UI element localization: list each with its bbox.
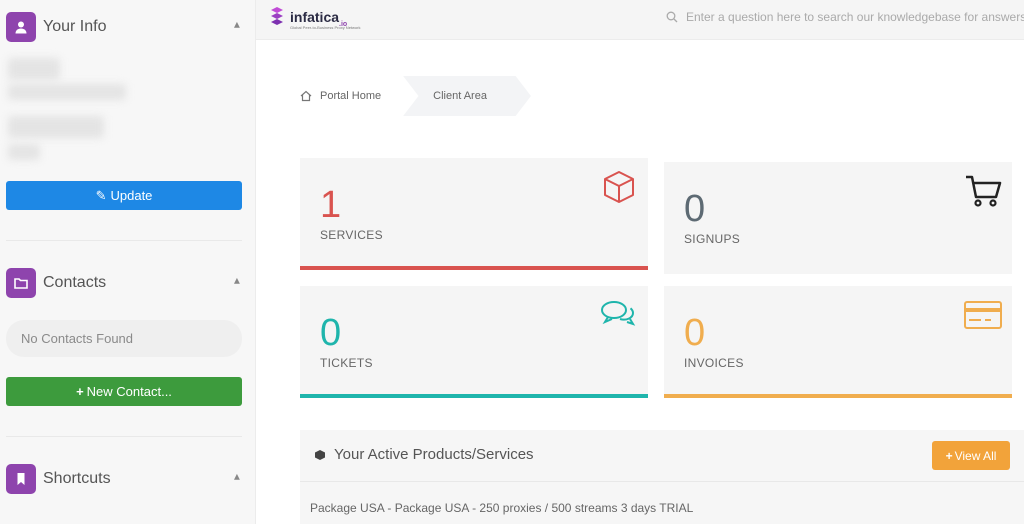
knowledgebase-search[interactable]: Enter a question here to search our know… (666, 10, 1024, 24)
logo-text: infatica (290, 8, 340, 25)
chevron-up-icon[interactable]: ▼ (232, 275, 242, 286)
pencil-icon: ✎ (95, 187, 107, 203)
breadcrumb: Portal Home Client Area (300, 76, 531, 116)
your-info-title: Your Info (43, 18, 107, 35)
cube-icon (315, 449, 325, 460)
chat-bubbles-icon (601, 301, 636, 326)
shortcuts-panel-header[interactable]: Shortcuts ▼ (6, 464, 246, 494)
stat-bar (300, 266, 648, 270)
main-content: Portal Home Client Area 1 SERVICES 0 SIG… (256, 40, 1024, 524)
cart-icon (966, 175, 1002, 207)
brand-logo[interactable]: infatica.io Global Peer-to-Business Prox… (270, 6, 360, 30)
breadcrumb-current-label: Client Area (433, 90, 487, 102)
divider (6, 240, 242, 241)
sidebar: Your Info ▼ ✎ Update Contacts ▼ No Conta… (0, 0, 256, 524)
contacts-title: Contacts (43, 274, 107, 291)
card-header: Your Active Products/Services + View All (300, 430, 1024, 482)
search-placeholder: Enter a question here to search our know… (686, 10, 1024, 24)
breadcrumb-home[interactable]: Portal Home (300, 90, 403, 102)
top-bar: infatica.io Global Peer-to-Business Prox… (256, 0, 1024, 40)
stat-label: SERVICES (320, 228, 383, 242)
credit-card-icon (964, 301, 1002, 329)
bookmark-icon (6, 464, 36, 494)
plus-icon: + (76, 384, 84, 399)
update-button-label: Update (110, 188, 153, 203)
chevron-up-icon[interactable]: ▼ (232, 471, 242, 482)
stat-value: 0 (684, 188, 706, 230)
active-products-card: Your Active Products/Services + View All… (300, 430, 1024, 524)
redacted-info (8, 144, 40, 160)
stat-tile-services[interactable]: 1 SERVICES (300, 158, 648, 270)
new-contact-button[interactable]: + New Contact... (6, 377, 242, 406)
stat-label: SIGNUPS (684, 232, 741, 246)
stat-tile-tickets[interactable]: 0 TICKETS (300, 286, 648, 398)
stat-tile-invoices[interactable]: 0 INVOICES (664, 286, 1012, 398)
card-title: Your Active Products/Services (334, 446, 534, 463)
breadcrumb-home-label: Portal Home (320, 90, 382, 102)
your-info-panel-header[interactable]: Your Info ▼ (6, 12, 246, 42)
breadcrumb-current: Client Area (403, 76, 531, 116)
stat-value: 1 (320, 184, 342, 226)
stat-bar (664, 394, 1012, 398)
search-icon (666, 11, 678, 23)
home-icon (300, 90, 312, 102)
product-row[interactable]: Package USA - Package USA - 250 proxies … (310, 501, 693, 515)
stat-bar (300, 394, 648, 398)
divider (6, 436, 242, 437)
cube-icon (604, 171, 634, 203)
logo-mark-icon (271, 7, 283, 25)
user-icon (6, 12, 36, 42)
shortcuts-title: Shortcuts (43, 470, 111, 487)
stat-tile-signups[interactable]: 0 SIGNUPS (664, 162, 1012, 274)
plus-icon: + (945, 448, 953, 463)
contacts-panel-header[interactable]: Contacts ▼ (6, 268, 246, 298)
stat-value: 0 (684, 312, 706, 354)
redacted-info (8, 84, 126, 100)
no-contacts-message: No Contacts Found (6, 320, 242, 357)
new-contact-button-label: New Contact... (86, 384, 172, 399)
view-all-label: View All (954, 448, 997, 463)
stat-label: INVOICES (684, 356, 744, 370)
redacted-info (8, 116, 104, 138)
stat-value: 0 (320, 312, 342, 354)
chevron-up-icon[interactable]: ▼ (232, 19, 242, 30)
folder-icon (6, 268, 36, 298)
logo-tagline: Global Peer-to-Business Proxy Network (290, 25, 361, 30)
redacted-info (8, 58, 60, 80)
update-button[interactable]: ✎ Update (6, 181, 242, 210)
stat-label: TICKETS (320, 356, 373, 370)
view-all-button[interactable]: + View All (932, 441, 1010, 470)
